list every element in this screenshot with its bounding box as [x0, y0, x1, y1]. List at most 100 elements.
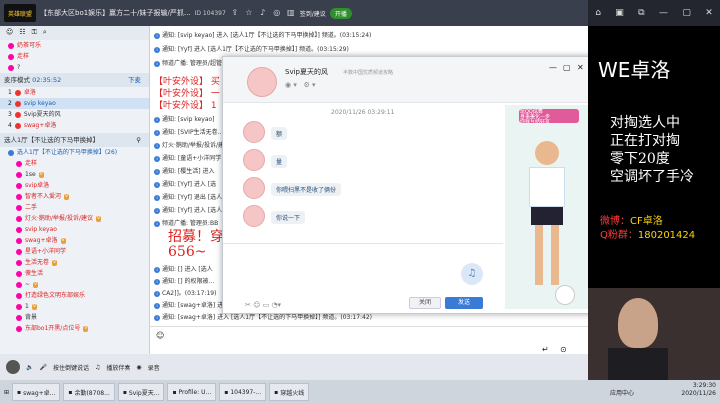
channel-user-row[interactable]: 星语+小洋同学 [0, 246, 149, 257]
notice-icon: i [154, 33, 160, 39]
channel-user-row[interactable]: 背景 [0, 312, 149, 323]
pm-toolbar[interactable]: ✂ ☺ ▭ ◔▾ [245, 301, 281, 309]
user-row[interactable]: ? [0, 62, 149, 73]
pm-3d-avatar: 玩QQ炫舞 身事美化—步 你我互结好友 [505, 105, 589, 309]
enter-icon[interactable]: ↵ [542, 345, 549, 354]
user-name: 二手 [25, 204, 38, 211]
channel-user-row[interactable]: svip keyao [0, 224, 149, 235]
task-label: Svip夏天... [128, 389, 160, 397]
taskbar-item[interactable]: ▪ 穿越火线 [269, 383, 310, 401]
channel-user-row[interactable]: 二手 [0, 202, 149, 213]
chat-icon[interactable]: ▣ [615, 8, 624, 18]
ptt-label[interactable]: 按住倒键说话 [53, 363, 89, 372]
pm-close-button[interactable]: 关闭 [409, 297, 441, 309]
play-icon[interactable]: ♫ [95, 364, 100, 371]
channel-user-row[interactable]: 1se V [0, 169, 149, 180]
queue-row[interactable]: 3 Svip夏天的风 [0, 109, 149, 120]
channel-header: 选人1厅【不让选的下马甲换掉】 ⚲ [0, 133, 149, 147]
qq-line: Q粉群：180201424 [600, 230, 696, 241]
start-icon[interactable]: ⊞ [4, 389, 9, 396]
channel-user-row[interactable]: 生活无卷 V [0, 257, 149, 268]
copy-icon[interactable]: ⧉ [638, 8, 644, 18]
chat-text: 通知: [童语+小洋同学 [162, 155, 222, 162]
role-icon [16, 204, 22, 211]
role-icon [16, 259, 22, 266]
channel-user-row[interactable]: 东部bo1开黑/点位号 V [0, 323, 149, 334]
checkin-link[interactable]: 签到/建议 [300, 9, 326, 18]
search-icon[interactable]: ⌕ [43, 28, 47, 38]
taskbar-item[interactable]: ▪ 104397-... [219, 383, 267, 401]
chat-line: i 通知: [] 进入 [选人 [154, 264, 213, 273]
queue-row[interactable]: 2 svip keyao [0, 98, 149, 109]
avatar-mini[interactable] [555, 285, 575, 305]
app-icon: ▪ [172, 388, 177, 396]
notice-icon: i [154, 143, 160, 149]
channel-user-row[interactable]: svip卓洛 [0, 180, 149, 191]
mic-icon[interactable]: ♫ [461, 263, 483, 285]
user-row[interactable]: 奶茶可乐 [0, 40, 149, 51]
app-icon: ▪ [122, 388, 127, 396]
pm-close-icon[interactable]: ✕ [577, 63, 584, 72]
restore-icon[interactable]: ▢ [682, 8, 691, 18]
globe-icon[interactable]: ◎ [272, 8, 282, 18]
channel-user-row[interactable]: 打造绿色文明东部娱乐 [0, 290, 149, 301]
share-icon[interactable]: ⇪ [230, 8, 240, 18]
user-row[interactable]: 走样 [0, 51, 149, 62]
queue-row[interactable]: 4 swag+卓洛 [0, 120, 149, 131]
channel-user-row[interactable]: ~ V [0, 279, 149, 290]
record-label[interactable]: 录音 [148, 363, 160, 372]
chat-text: 通知: [Yyf] 进入 [选人 [162, 207, 223, 214]
checkin-icon[interactable]: ▥ [286, 8, 296, 18]
channel-user-row[interactable]: 傻生活 [0, 268, 149, 279]
bell-icon[interactable]: ♪ [258, 8, 268, 18]
chat-input-area[interactable]: ☺ ↵ ⊙ [150, 326, 588, 354]
lock-icon[interactable]: ⚿ [32, 28, 37, 38]
user-name: ? [17, 64, 21, 71]
chat-line: i CA2]]。(03:17:19) [154, 288, 216, 297]
leave-queue-button[interactable]: 下麦 [128, 73, 141, 87]
role-icon [16, 215, 22, 222]
user-name: svip keyao [23, 100, 56, 107]
open-stream-button[interactable]: 开播 [329, 7, 352, 19]
queue-timer: 02:35:52 [32, 76, 62, 84]
star-icon[interactable]: ☆ [244, 8, 254, 18]
minimize-icon[interactable]: — [659, 8, 668, 18]
user-icon[interactable]: ☺ [6, 28, 13, 38]
pm-minimize-icon[interactable]: — [549, 63, 557, 72]
channel-user-row[interactable]: 1V [0, 301, 149, 312]
taskbar-item[interactable]: ▪ Svip夏天... [117, 383, 165, 401]
pm-contact-name: Svip夏天的风 [285, 68, 328, 76]
status-icon [8, 42, 14, 49]
chat-line: i 灯火·鹅助/举报/投诉/建议 [154, 140, 230, 149]
emoji-icon[interactable]: ☺ [156, 331, 164, 340]
channel-user-row[interactable]: 灯火·鹅助/举报/投诉/建议 V [0, 213, 149, 224]
channel-user-row[interactable]: 选人1厅【不让选的下马甲换掉】(26) [0, 147, 149, 158]
user-name: 1 [25, 303, 29, 310]
self-avatar[interactable] [6, 360, 20, 374]
record-icon[interactable]: ◉ [136, 364, 141, 371]
more-icon[interactable]: ⊙ [560, 345, 567, 354]
webcam-feed [588, 288, 720, 380]
queue-row[interactable]: 1 卓洛 [0, 87, 149, 98]
channel-user-row[interactable]: 走样 [0, 158, 149, 169]
taskbar-item[interactable]: ▪ swag+卓... [12, 383, 61, 401]
user-name: 傻生活 [25, 270, 44, 277]
group-icon[interactable]: ☷ [19, 28, 25, 38]
pm-date: 2020/11/26 03:29:11 [331, 109, 395, 116]
pm-send-button[interactable]: 发送 [445, 297, 483, 309]
taskbar-item[interactable]: ▪ Profile: U... [167, 383, 217, 401]
channel-user-row[interactable]: swag+卓洛 V [0, 235, 149, 246]
pm-input[interactable] [237, 249, 477, 291]
location-icon[interactable]: ⚲ [136, 133, 141, 147]
taskbar-item[interactable]: ▪ 余勤(8708... [63, 383, 115, 401]
home-icon[interactable]: ⌂ [595, 8, 601, 18]
pm-tools[interactable]: ◉ ▾ ⚙ ▾ [285, 81, 316, 89]
accompany-label[interactable]: 播放伴奏 [106, 363, 130, 372]
close-icon[interactable]: ✕ [705, 8, 713, 18]
mic-icon[interactable]: 🎤 [39, 364, 46, 371]
speaker-icon[interactable]: 🔈 [26, 364, 33, 371]
brand: WE卓洛 [598, 58, 671, 82]
channel-user-row[interactable]: 智者不入爱河 V [0, 191, 149, 202]
pm-maximize-icon[interactable]: ▢ [563, 63, 571, 72]
room-title: 【东部大区bo1娱乐】赢方二十/妹子报输/严抓... [40, 9, 191, 17]
